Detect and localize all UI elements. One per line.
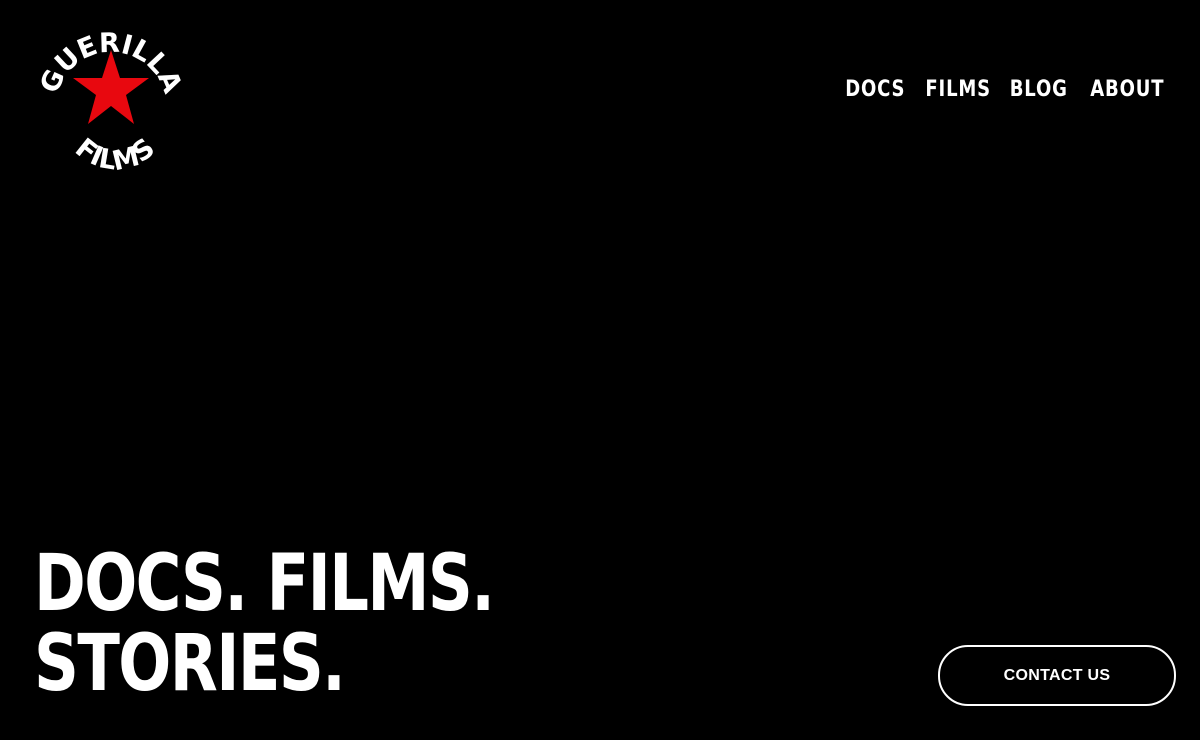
hero-line-2: STORIES. <box>34 619 346 709</box>
guerilla-films-logo-icon: GUERILLA FILMS <box>34 28 187 176</box>
logo-text-bottom: FILMS <box>69 133 160 176</box>
nav-item-about[interactable]: ABOUT <box>1090 77 1164 102</box>
page: GUERILLA FILMS DOCS FILMS BLOG ABOUT DOC… <box>0 0 1200 740</box>
nav-item-films[interactable]: FILMS <box>925 77 991 102</box>
main-nav: DOCS FILMS BLOG ABOUT <box>838 77 1165 102</box>
nav-item-blog[interactable]: BLOG <box>1010 77 1068 102</box>
hero-line-1: DOCS. FILMS. <box>34 539 495 629</box>
nav-item-docs[interactable]: DOCS <box>845 77 905 102</box>
hero-headline: DOCS. FILMS. STORIES. <box>34 539 495 709</box>
contact-us-button[interactable]: CONTACT US <box>938 645 1176 706</box>
brand-logo[interactable]: GUERILLA FILMS <box>30 14 192 176</box>
